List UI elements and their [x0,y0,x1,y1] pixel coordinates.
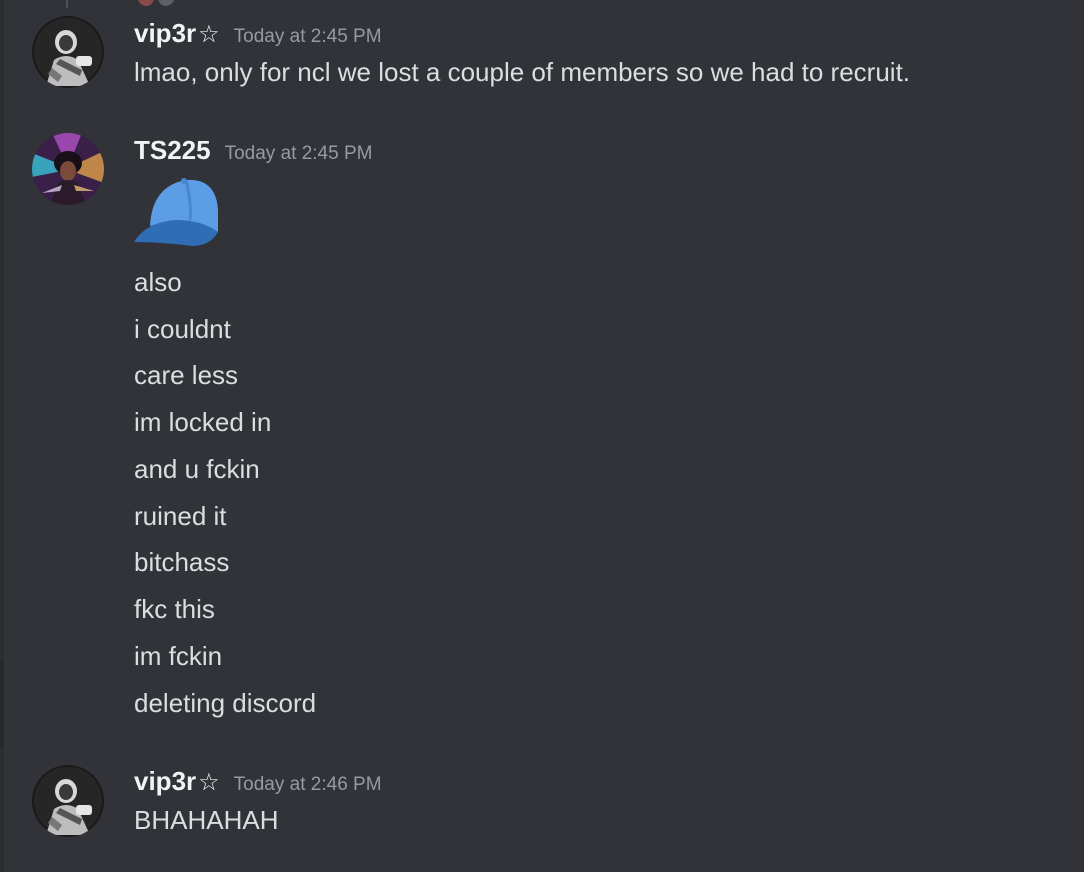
avatar-vip3r[interactable] [32,765,104,837]
star-badge-icon: ☆ [198,768,220,796]
timestamp[interactable]: Today at 2:46 PM [234,774,382,796]
username[interactable]: vip3r [134,766,196,797]
message-header: vip3r☆ Today at 2:46 PM [134,766,382,798]
message-text: BHAHAHAH [134,805,279,835]
message-group: vip3r☆ Today at 2:46 PM BHAHAHAH [0,0,1084,872]
avatar-vip3r-image [32,765,104,837]
